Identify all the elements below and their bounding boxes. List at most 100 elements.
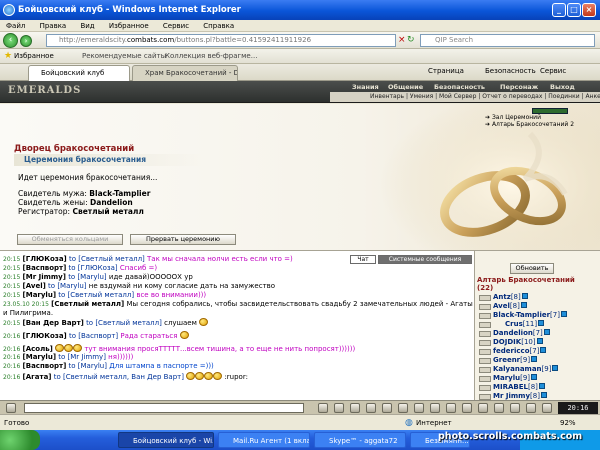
interrupt-ceremony-button[interactable]: Прервать церемонию — [130, 234, 236, 245]
nav-security[interactable]: Безопасность — [434, 82, 485, 92]
nav-character[interactable]: Персонаж — [500, 82, 538, 92]
page-menu[interactable]: Страница — [428, 67, 464, 75]
chat-message: 23.05.10 20:15 [Светлый металл] Мы сегод… — [3, 300, 473, 317]
room-altar-2[interactable]: ➔ Алтарь Бракосочетаний 2 — [485, 121, 574, 128]
stop-icon[interactable]: × — [398, 35, 406, 45]
toolbar-icon-15[interactable] — [542, 403, 552, 413]
favorites-bar: ★ Избранное Рекомендуемые сайты Коллекци… — [0, 49, 600, 64]
online-user[interactable]: Greenr[9] — [493, 356, 538, 365]
online-user[interactable]: Black-Tamplier[7] — [493, 311, 567, 320]
toolbar-icon-12[interactable] — [494, 403, 504, 413]
toolbar-icon-3[interactable] — [350, 403, 360, 413]
game-sub-nav: Инвентарь | Умения | Мой Сервер | Отчет … — [330, 92, 600, 102]
menu-item-favorites[interactable]: Избранное — [103, 20, 155, 32]
refresh-icon[interactable]: ↻ — [407, 35, 417, 45]
online-list-panel: Обновить Алтарь Бракосочетаний (22) Antz[… — [474, 250, 600, 400]
user-status-icon — [479, 376, 491, 382]
exchange-rings-button[interactable]: Обменяться кольцами — [17, 234, 123, 245]
url-input[interactable]: http://emeraldscity.combats.com/buttons.… — [46, 34, 396, 47]
bride-witness-row: Свидетель жены: Dandelion — [18, 198, 133, 207]
tab-combats[interactable]: Бойцовский клуб — [28, 65, 130, 81]
tab-wedding-temple[interactable]: Храм Бракосочетаний - Dar... — [132, 65, 238, 81]
taskbar-item-skype[interactable]: Skype™ - aggata72 — [314, 432, 406, 448]
menu-item-help[interactable]: Справка — [197, 20, 240, 32]
toolbar-icon-11[interactable] — [478, 403, 488, 413]
taskbar-item-combats[interactable]: Бойцовский клуб - Wi... — [118, 432, 214, 448]
smiley-icon — [179, 331, 189, 339]
online-user[interactable]: Avel[8] — [493, 302, 527, 311]
favorites-star-icon[interactable]: ★ — [4, 49, 12, 64]
toolbar-icon-14[interactable] — [526, 403, 536, 413]
online-user[interactable]: Kalyanaman[9] — [493, 365, 559, 374]
online-user[interactable]: federicco[7] — [493, 347, 547, 356]
close-icon[interactable]: × — [582, 3, 596, 17]
toolbar-icon-8[interactable] — [430, 403, 440, 413]
address-bar: ‹ › http://emeraldscity.combats.com/butt… — [0, 32, 600, 49]
window-title: Бойцовский клуб - Windows Internet Explo… — [18, 5, 241, 15]
toolbar-icon-6[interactable] — [398, 403, 408, 413]
online-user[interactable]: Dandelion[7] — [493, 329, 550, 338]
online-list-title: Алтарь Бракосочетаний (22) — [477, 276, 575, 292]
back-arrow-icon[interactable]: ‹ — [3, 33, 18, 48]
online-user[interactable]: Marylu[9] — [493, 374, 538, 383]
toolbar-icon-10[interactable] — [462, 403, 472, 413]
online-user[interactable]: Antz[8] — [493, 293, 528, 302]
info-icon — [520, 302, 527, 308]
security-menu[interactable]: Безопасность — [485, 67, 536, 75]
palace-title: Дворец бракосочетаний — [14, 144, 135, 154]
security-zone: Интернет — [416, 419, 452, 427]
info-icon — [538, 320, 545, 326]
online-user[interactable]: MIRABEL[8] — [493, 383, 545, 392]
chat-options-icon[interactable] — [6, 403, 16, 413]
user-status-icon — [479, 358, 491, 364]
menu-item-tools[interactable]: Сервис — [157, 20, 195, 32]
nav-knowledge[interactable]: Знания — [352, 82, 379, 92]
info-icon — [552, 365, 559, 371]
menu-item-view[interactable]: Вид — [74, 20, 100, 32]
menu-bar: Файл Правка Вид Избранное Сервис Справка — [0, 20, 600, 32]
toolbar-icon-7[interactable] — [414, 403, 424, 413]
minimize-icon[interactable]: _ — [552, 3, 566, 17]
zoom-level[interactable]: 92% — [560, 415, 576, 431]
user-status-icon — [479, 331, 491, 337]
web-slice-gallery-link[interactable]: Коллекция веб-фрагме... — [165, 49, 257, 64]
chat-message: 20:16 [Агата] to [Светлый металл, Ван Де… — [3, 372, 248, 381]
tab-bar: Бойцовский клуб Храм Бракосочетаний - Da… — [0, 64, 600, 81]
game-header: EMERALDS Знания Общение Безопасность Пер… — [0, 81, 600, 103]
search-input[interactable]: QIP Search — [420, 34, 595, 47]
recommended-sites-link[interactable]: Рекомендуемые сайты — [82, 49, 166, 64]
internet-zone-icon: ◍ — [405, 418, 413, 428]
toolbar-icon-5[interactable] — [382, 403, 392, 413]
online-user[interactable]: DOJDIK[10] — [493, 338, 543, 347]
watermark: photo.scrolls.combats.com — [438, 431, 583, 442]
menu-item-edit[interactable]: Правка — [34, 20, 73, 32]
taskbar-item-mail-agent[interactable]: Mail.Ru Агент (1 вкла... — [218, 432, 310, 448]
smiley-icon — [213, 372, 223, 380]
nav-exit[interactable]: Выход — [550, 82, 575, 92]
forward-arrow-icon[interactable]: › — [20, 35, 32, 47]
nav-communication[interactable]: Общение — [388, 82, 423, 92]
toolbar-icon-2[interactable] — [334, 403, 344, 413]
smiley-icon — [195, 372, 205, 380]
maximize-icon[interactable]: □ — [567, 3, 581, 17]
ceremony-status: Идет церемония бракосочетания... — [18, 173, 158, 182]
refresh-online-button[interactable]: Обновить — [510, 263, 554, 274]
menu-item-file[interactable]: Файл — [0, 20, 31, 32]
smiley-icon — [199, 318, 209, 326]
ceremony-title: Церемония бракосочетания — [14, 154, 204, 166]
smiley-icon — [64, 344, 74, 352]
start-button[interactable] — [0, 430, 40, 450]
toolbar-icon-13[interactable] — [510, 403, 520, 413]
online-user[interactable]: Crus[11] — [505, 320, 545, 329]
user-status-icon — [479, 385, 491, 391]
status-text: Готово — [4, 419, 30, 427]
sub-nav-links[interactable]: Инвентарь | Умения | Мой Сервер | Отчет … — [370, 92, 600, 102]
toolbar-icon-1[interactable] — [318, 403, 328, 413]
toolbar-icon-4[interactable] — [366, 403, 376, 413]
online-user[interactable]: Mr Jimmy[8] — [493, 392, 547, 400]
toolbar-icon-9[interactable] — [446, 403, 456, 413]
tools-menu[interactable]: Сервис — [540, 67, 566, 75]
chat-input[interactable] — [24, 403, 304, 413]
favorites-button[interactable]: Избранное — [14, 49, 54, 64]
room-ceremony-hall[interactable]: ➔ Зал Церемоний — [485, 114, 574, 121]
